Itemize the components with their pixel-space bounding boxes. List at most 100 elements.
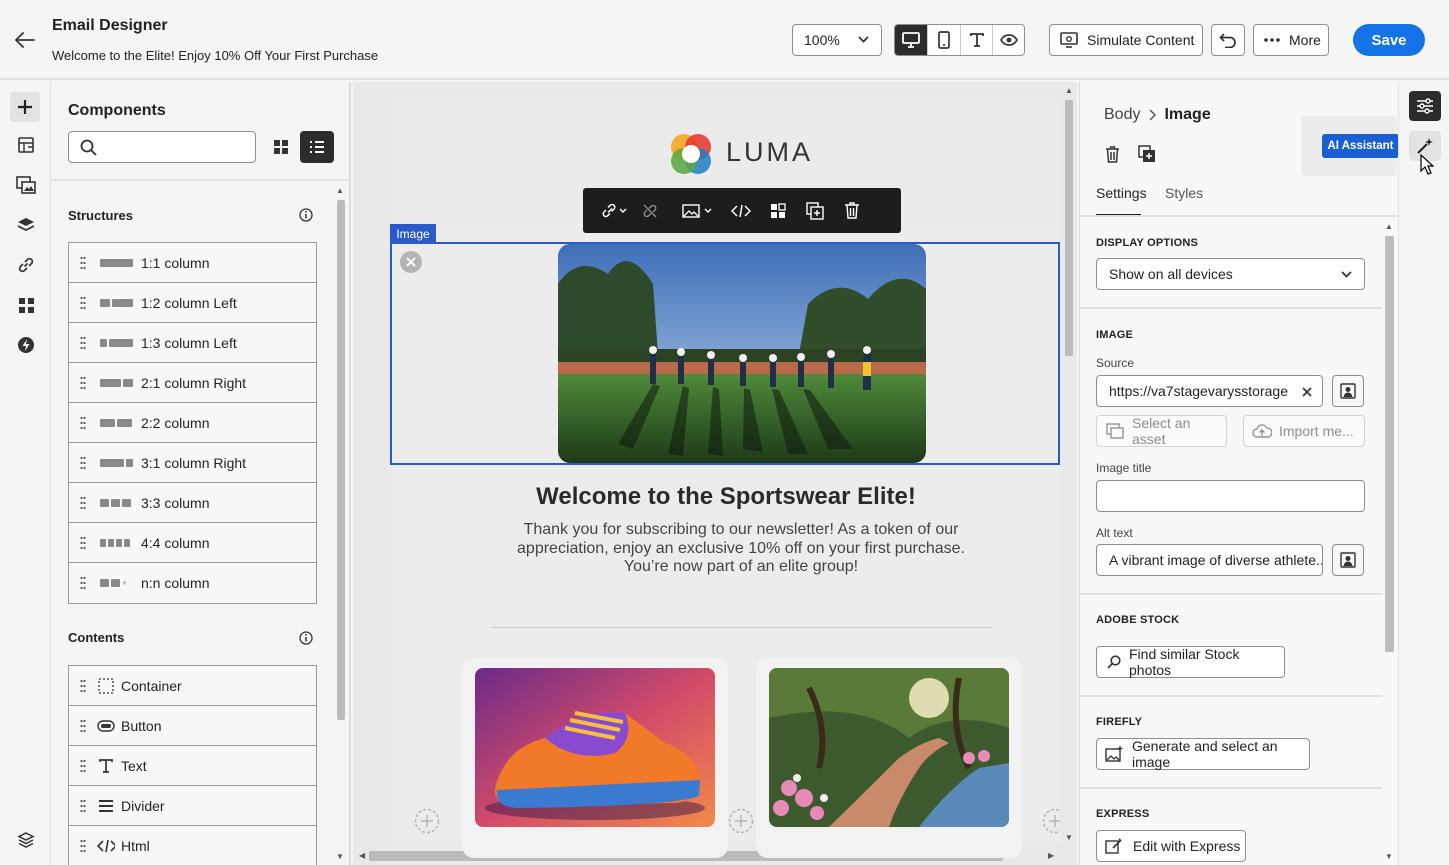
email-body-text[interactable]: Thank you for subscribing to our newslet… xyxy=(392,521,1090,577)
select-asset-button[interactable]: Select an asset xyxy=(1096,415,1227,447)
alt-personalize-button[interactable] xyxy=(1332,544,1364,576)
import-media-button[interactable]: Import me... xyxy=(1243,415,1365,447)
drag-handle-icon[interactable] xyxy=(80,296,86,310)
links-button[interactable] xyxy=(12,251,40,279)
display-options-select[interactable]: Show on all devices xyxy=(1096,258,1365,290)
mobile-view-button[interactable] xyxy=(927,25,960,55)
source-input[interactable]: https://va7stagevarysstorage.... xyxy=(1096,375,1323,407)
undo-button[interactable] xyxy=(1211,24,1245,56)
content-item[interactable]: Html xyxy=(69,826,316,865)
product-card[interactable] xyxy=(462,658,728,858)
drag-handle-icon[interactable] xyxy=(80,576,86,590)
delete-button[interactable] xyxy=(833,188,870,233)
drag-handle-icon[interactable] xyxy=(80,416,86,430)
structure-item[interactable]: 4:4 column xyxy=(69,523,316,563)
fragments-button[interactable] xyxy=(12,131,40,159)
settings-layers-button[interactable] xyxy=(12,826,40,854)
properties-toggle-button[interactable] xyxy=(1409,91,1441,121)
column-layout-icon: + xyxy=(100,579,134,588)
structure-item[interactable]: + n:n column xyxy=(69,563,316,603)
structure-item[interactable]: 1:2 column Left xyxy=(69,283,316,323)
structure-item[interactable]: 3:3 column xyxy=(69,483,316,523)
drag-handle-icon[interactable] xyxy=(80,719,86,733)
more-button[interactable]: More xyxy=(1253,24,1329,56)
fragments-icon xyxy=(17,136,35,154)
drag-handle-icon[interactable] xyxy=(80,256,86,270)
source-personalize-button[interactable] xyxy=(1332,375,1364,407)
structure-item[interactable]: 1:1 column xyxy=(69,243,316,283)
selected-block-tag: Image xyxy=(390,224,436,243)
link-dropdown-button[interactable] xyxy=(593,188,635,233)
unlink-button[interactable] xyxy=(635,188,665,233)
contents-info-icon[interactable] xyxy=(299,631,313,645)
properties-scrollbar[interactable]: ▲ ▼ xyxy=(1383,220,1395,865)
structure-item[interactable]: 2:2 column xyxy=(69,403,316,443)
simulate-icon xyxy=(1060,32,1078,48)
content-item[interactable]: Container xyxy=(69,666,316,706)
save-button[interactable]: Save xyxy=(1353,24,1425,56)
duplicate-element-button[interactable] xyxy=(1136,144,1158,164)
hero-image[interactable] xyxy=(558,244,926,463)
button-icon xyxy=(97,717,115,735)
generate-image-button[interactable]: Generate and select an image xyxy=(1096,738,1310,770)
sparkle-icon xyxy=(1416,137,1434,155)
product-card[interactable] xyxy=(756,658,1022,858)
email-headline[interactable]: Welcome to the Sportswear Elite! xyxy=(392,483,1060,511)
drag-handle-icon[interactable] xyxy=(80,759,86,773)
drag-handle-icon[interactable] xyxy=(80,679,86,693)
email-divider[interactable] xyxy=(492,627,992,628)
edit-express-button[interactable]: Edit with Express xyxy=(1096,830,1246,862)
drag-handle-icon[interactable] xyxy=(80,456,86,470)
remove-block-button[interactable] xyxy=(400,251,422,273)
content-item[interactable]: Text xyxy=(69,746,316,786)
tab-settings[interactable]: Settings xyxy=(1096,185,1147,201)
structure-item[interactable]: 3:1 column Right xyxy=(69,443,316,483)
clear-icon[interactable] xyxy=(1302,387,1312,397)
preview-button[interactable] xyxy=(992,25,1024,55)
content-item[interactable]: Divider xyxy=(69,786,316,826)
cloud-upload-icon xyxy=(1252,424,1272,438)
image-title-input[interactable] xyxy=(1096,480,1365,512)
tab-styles[interactable]: Styles xyxy=(1165,185,1203,201)
find-stock-button[interactable]: Find similar Stock photos xyxy=(1096,646,1285,678)
structures-info-icon[interactable] xyxy=(299,208,313,222)
structure-item[interactable]: 2:1 column Right xyxy=(69,363,316,403)
component-search-input[interactable] xyxy=(68,131,256,163)
add-column-icon[interactable] xyxy=(1042,808,1060,834)
breadcrumb-body[interactable]: Body xyxy=(1104,106,1140,124)
zoom-select[interactable]: 100% xyxy=(792,24,882,56)
components-scrollbar[interactable]: ▲ ▼ xyxy=(336,186,346,865)
garden-path-image[interactable] xyxy=(769,668,1009,827)
content-item[interactable]: Button xyxy=(69,706,316,746)
drag-handle-icon[interactable] xyxy=(80,376,86,390)
simulate-content-button[interactable]: Simulate Content xyxy=(1049,24,1203,56)
html-edit-button[interactable] xyxy=(723,188,759,233)
alt-text-input[interactable]: A vibrant image of diverse athlete... xyxy=(1096,544,1323,576)
sneaker-image[interactable] xyxy=(475,668,715,827)
fragment-button[interactable] xyxy=(759,188,796,233)
grid-view-button[interactable] xyxy=(266,131,296,163)
delete-element-button[interactable] xyxy=(1102,144,1122,164)
image-title-label: Image title xyxy=(1096,461,1152,475)
drag-handle-icon[interactable] xyxy=(80,536,86,550)
image-dropdown-button[interactable] xyxy=(671,188,723,233)
add-column-icon[interactable] xyxy=(414,808,440,834)
layers-button[interactable] xyxy=(12,211,40,239)
assets-button[interactable] xyxy=(12,171,40,199)
drag-handle-icon[interactable] xyxy=(80,799,86,813)
desktop-view-button[interactable] xyxy=(895,25,928,55)
drag-handle-icon[interactable] xyxy=(80,839,86,853)
back-arrow-icon[interactable] xyxy=(12,27,38,53)
text-view-button[interactable] xyxy=(959,25,993,55)
add-column-icon[interactable] xyxy=(728,808,754,834)
list-view-button[interactable] xyxy=(300,131,334,163)
canvas-vertical-scrollbar[interactable]: ▲ ▼ xyxy=(1062,82,1076,847)
structure-item[interactable]: 1:3 column Left xyxy=(69,323,316,363)
duplicate-button[interactable] xyxy=(796,188,833,233)
personalization-button[interactable] xyxy=(12,331,40,359)
drag-handle-icon[interactable] xyxy=(80,336,86,350)
add-components-button[interactable] xyxy=(10,92,40,122)
import-media-label: Import me... xyxy=(1279,423,1354,439)
drag-handle-icon[interactable] xyxy=(80,496,86,510)
widgets-button[interactable] xyxy=(12,291,40,319)
